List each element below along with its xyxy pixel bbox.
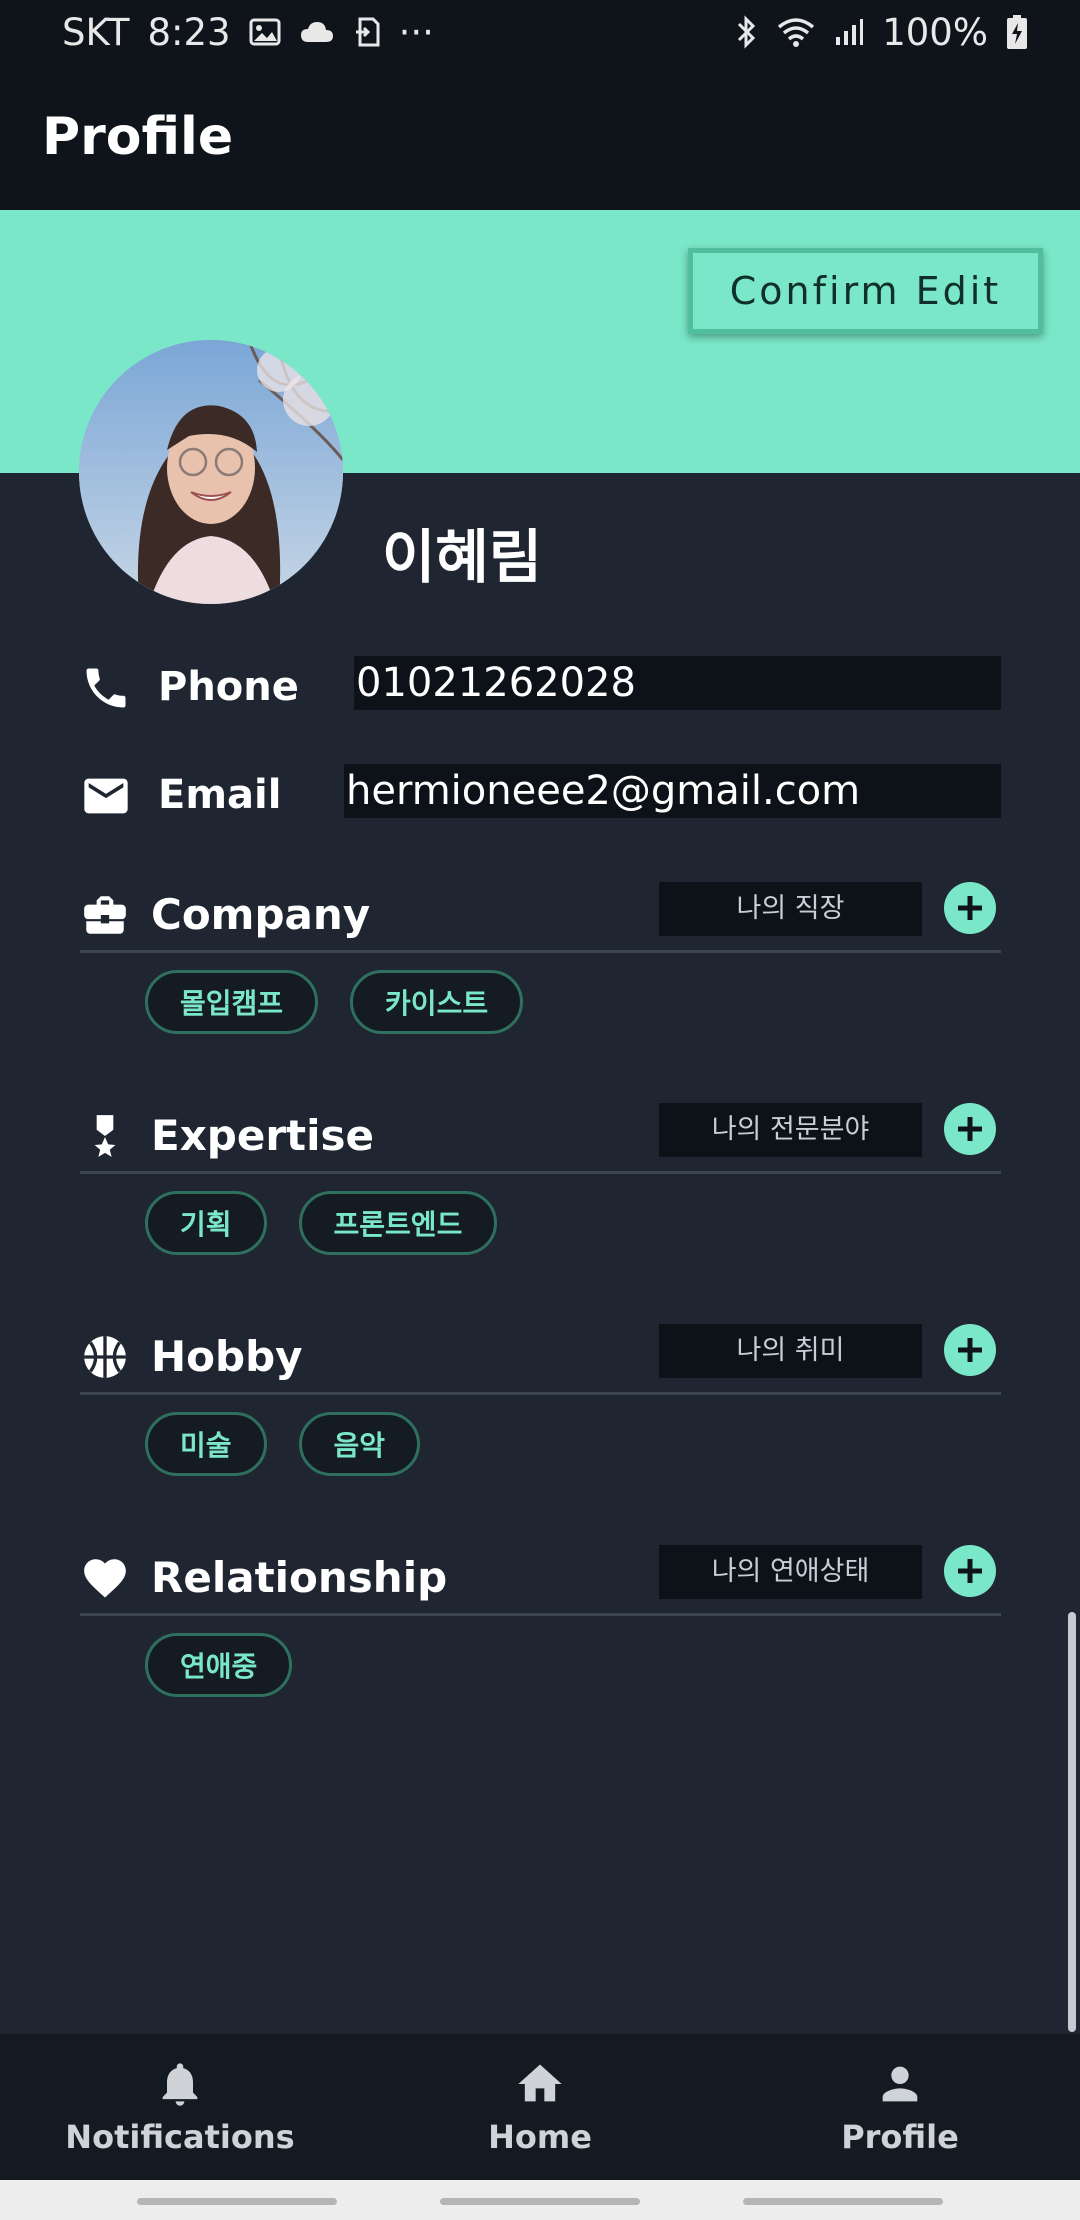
add-company-button[interactable] [944, 882, 996, 934]
battery-icon [1006, 14, 1028, 50]
nav-home[interactable]: Home [360, 2034, 720, 2180]
expertise-chips: 기획 프론트엔드 [145, 1191, 498, 1255]
nav-profile[interactable]: Profile [720, 2034, 1080, 2180]
gesture-pill[interactable] [137, 2198, 337, 2205]
status-right: 100% [734, 11, 1028, 54]
hobby-chips: 미술 음악 [145, 1412, 421, 1476]
chip[interactable]: 연애중 [145, 1633, 293, 1697]
company-section: Company 나의 직장 몰입캠프 카이스트 [80, 880, 1001, 1034]
avatar [79, 340, 343, 604]
add-hobby-button[interactable] [944, 1324, 996, 1376]
email-label: Email [158, 772, 282, 818]
phone-field[interactable]: 01021262028 [354, 656, 1001, 710]
nav-label: Home [488, 2118, 592, 2156]
battery-percent: 100% [882, 10, 988, 54]
confirm-edit-button[interactable]: Confirm Edit [688, 248, 1043, 334]
nav-label: Profile [841, 2118, 959, 2156]
sim-icon [353, 16, 381, 48]
email-field[interactable]: hermioneee2@gmail.com [344, 764, 1001, 818]
signal-icon [834, 17, 864, 47]
expertise-section: Expertise 나의 전문분야 기획 프론트엔드 [80, 1101, 1001, 1255]
gallery-icon [249, 17, 281, 47]
section-title: Hobby [151, 1332, 303, 1381]
section-title: Relationship [151, 1553, 448, 1602]
relationship-section: Relationship 나의 연애상태 연애중 [80, 1543, 1001, 1697]
hobby-section: Hobby 나의 취미 미술 음악 [80, 1322, 1001, 1476]
company-input[interactable]: 나의 직장 [659, 882, 922, 936]
gesture-pill[interactable] [743, 2198, 943, 2205]
app-bar: Profile [0, 64, 1080, 210]
divider [80, 1392, 1001, 1395]
heart-icon [80, 1553, 130, 1603]
phone-icon [80, 662, 132, 714]
nav-notifications[interactable]: Notifications [0, 2034, 360, 2180]
status-left: SKT 8:23 ··· [62, 11, 434, 54]
add-relationship-button[interactable] [944, 1545, 996, 1597]
wifi-icon [776, 16, 816, 48]
person-icon [882, 2066, 918, 2102]
section-header: Company 나의 직장 [80, 880, 1001, 953]
chip[interactable]: 기획 [145, 1191, 267, 1255]
divider [80, 1171, 1001, 1174]
bluetooth-icon [734, 15, 758, 49]
section-title: Company [151, 890, 371, 939]
mail-icon [80, 770, 132, 822]
plus-icon [958, 1338, 982, 1362]
plus-icon [958, 1117, 982, 1141]
expertise-input[interactable]: 나의 전문분야 [659, 1103, 922, 1157]
overflow-dots: ··· [398, 10, 434, 54]
home-icon [518, 2064, 562, 2102]
chip[interactable]: 음악 [298, 1412, 421, 1476]
page-title: Profile [42, 107, 234, 167]
profile-name: 이혜림 [382, 523, 543, 591]
phone-row: Phone 01021262028 [80, 656, 1001, 716]
chip[interactable]: 카이스트 [350, 970, 524, 1034]
basketball-icon [80, 1332, 130, 1382]
bell-icon [162, 2063, 198, 2106]
briefcase-icon [80, 890, 130, 940]
gesture-pill[interactable] [440, 2198, 640, 2205]
relationship-input[interactable]: 나의 연애상태 [659, 1545, 922, 1599]
divider [80, 1613, 1001, 1616]
plus-icon [958, 1559, 982, 1583]
phone-label: Phone [158, 664, 299, 710]
cloud-icon [299, 19, 335, 45]
company-chips: 몰입캠프 카이스트 [145, 970, 524, 1034]
plus-icon [958, 896, 982, 920]
section-header: Expertise 나의 전문분야 [80, 1101, 1001, 1174]
section-title: Expertise [151, 1111, 375, 1160]
status-bar: SKT 8:23 ··· 100% [0, 0, 1080, 64]
add-expertise-button[interactable] [944, 1103, 996, 1155]
email-row: Email hermioneee2@gmail.com [80, 764, 1001, 824]
section-header: Relationship 나의 연애상태 [80, 1543, 1001, 1616]
system-gesture-bar [0, 2180, 1080, 2220]
clock: 8:23 [147, 10, 231, 54]
chip[interactable]: 프론트엔드 [298, 1191, 498, 1255]
nav-label: Notifications [65, 2118, 295, 2156]
section-header: Hobby 나의 취미 [80, 1322, 1001, 1395]
scrollbar[interactable] [1068, 1612, 1076, 2032]
chip[interactable]: 미술 [145, 1412, 267, 1476]
carrier-label: SKT [62, 10, 130, 54]
divider [80, 950, 1001, 953]
medal-icon [80, 1111, 130, 1161]
relationship-chips: 연애중 [145, 1633, 293, 1697]
chip[interactable]: 몰입캠프 [145, 970, 319, 1034]
hobby-input[interactable]: 나의 취미 [659, 1324, 922, 1378]
bottom-navigation: Notifications Home Profile [0, 2034, 1080, 2180]
